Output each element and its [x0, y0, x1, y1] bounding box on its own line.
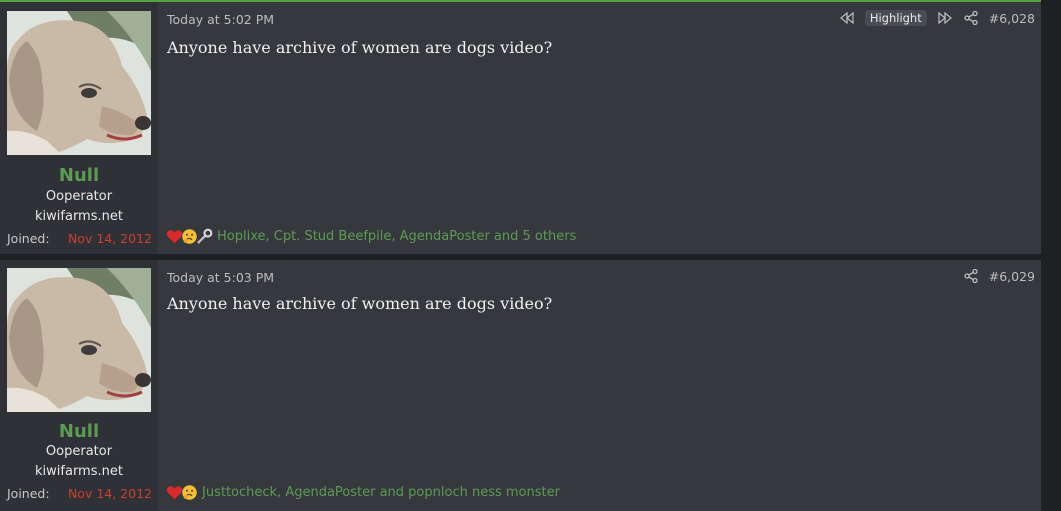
username[interactable]: Null [0, 421, 158, 442]
post-timestamp[interactable]: Today at 5:02 PM [167, 12, 274, 27]
username[interactable]: Null [0, 165, 158, 186]
post-actions: #6,029 [963, 268, 1035, 284]
post-timestamp[interactable]: Today at 5:03 PM [167, 270, 274, 285]
post-number-link[interactable]: #6,028 [989, 11, 1035, 26]
post-message: Anyone have archive of women are dogs vi… [167, 38, 553, 57]
reaction-users-link[interactable]: Hoplixe, Cpt. Stud Beefpile, AgendaPoste… [217, 229, 576, 244]
post: Null Ooperator kiwifarms.net Joined: Nov… [0, 0, 1041, 254]
post-actions: Highlight #6,028 [839, 10, 1035, 26]
avatar[interactable] [7, 268, 151, 412]
joined-row: Joined: Nov 14, 2012 [7, 486, 152, 501]
joined-date: Nov 14, 2012 [67, 231, 152, 246]
wrench-icon [196, 228, 213, 245]
joined-date: Nov 14, 2012 [67, 486, 152, 501]
post: Null Ooperator kiwifarms.net Joined: Nov… [0, 260, 1041, 511]
user-site: kiwifarms.net [35, 464, 123, 479]
post-number-link[interactable]: #6,029 [989, 269, 1035, 284]
user-title: Ooperator [45, 189, 113, 204]
user-info-panel: Null Ooperator kiwifarms.net Joined: Nov… [0, 2, 158, 254]
reaction-users-link[interactable]: Justtocheck, AgendaPoster and popnloch n… [202, 485, 560, 500]
user-info-panel: Null Ooperator kiwifarms.net Joined: Nov… [0, 260, 158, 511]
post-message: Anyone have archive of women are dogs vi… [167, 294, 553, 313]
reactions-bar[interactable]: Hoplixe, Cpt. Stud Beefpile, AgendaPoste… [166, 228, 576, 245]
reactions-bar[interactable]: Justtocheck, AgendaPoster and popnloch n… [166, 484, 560, 501]
user-site: kiwifarms.net [35, 209, 123, 224]
previous-highlight-icon[interactable] [839, 10, 855, 26]
post-content: Today at 5:02 PM Highlight #6,028 Anyone… [158, 2, 1041, 254]
next-highlight-icon[interactable] [937, 10, 953, 26]
post-content: Today at 5:03 PM #6,029 Anyone have arch… [158, 260, 1041, 511]
joined-label: Joined: [7, 231, 50, 246]
share-icon[interactable] [963, 10, 979, 26]
share-icon[interactable] [963, 268, 979, 284]
page-scrollbar[interactable] [1043, 0, 1061, 511]
user-title: Ooperator [45, 444, 113, 459]
thinking-face-icon [181, 484, 198, 501]
joined-row: Joined: Nov 14, 2012 [7, 231, 152, 246]
joined-label: Joined: [7, 486, 50, 501]
highlight-button[interactable]: Highlight [864, 10, 927, 26]
avatar[interactable] [7, 11, 151, 155]
